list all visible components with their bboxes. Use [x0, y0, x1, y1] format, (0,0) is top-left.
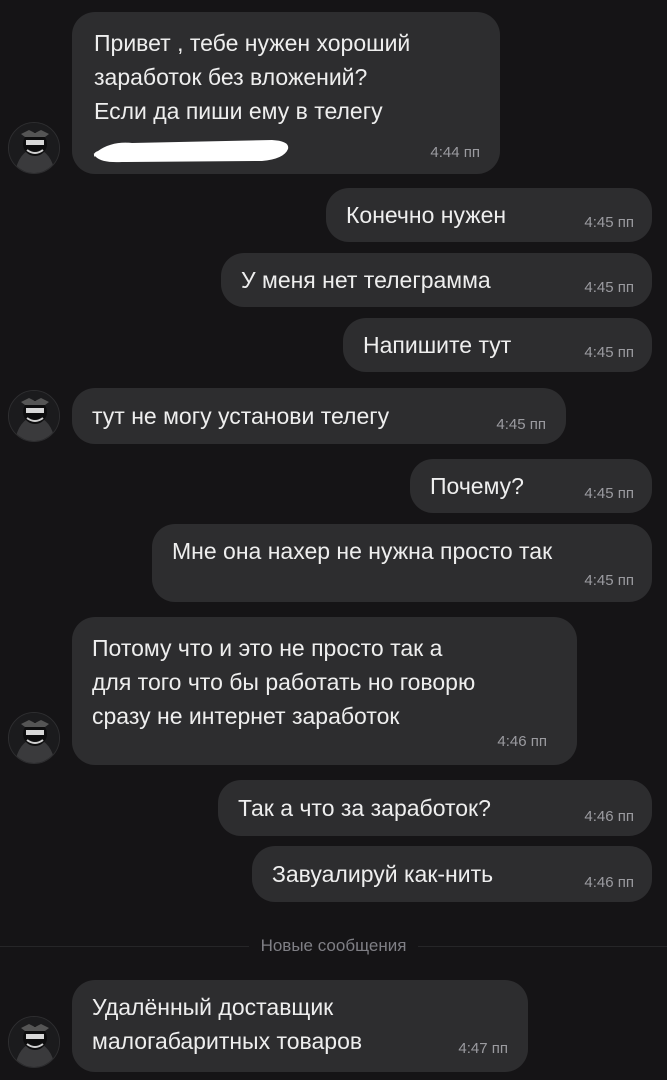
- message-time: 4:46 пп: [584, 874, 634, 891]
- incoming-message[interactable]: тут не могу установи телегу 4:45 пп: [72, 388, 566, 444]
- sender-avatar[interactable]: [8, 1016, 60, 1068]
- masked-figure-icon: [9, 391, 59, 441]
- masked-figure-icon: [9, 123, 59, 173]
- message-time: 4:45 пп: [584, 214, 634, 231]
- message-text: Удалённый доставщик малогабаритных товар…: [92, 994, 363, 1054]
- outgoing-message[interactable]: Напишите тут 4:45 пп: [343, 318, 652, 372]
- sender-avatar[interactable]: [8, 122, 60, 174]
- outgoing-message[interactable]: Завуалируй как-нить 4:46 пп: [252, 846, 652, 902]
- message-text: Мне она нахер не нужна просто так: [172, 538, 553, 564]
- outgoing-message[interactable]: Почему? 4:45 пп: [410, 459, 652, 513]
- message-time: 4:46 пп: [497, 733, 547, 750]
- message-text: тут не могу установи телегу: [92, 403, 390, 429]
- redacted-contact: [93, 140, 289, 163]
- message-text: Напишите тут: [363, 332, 512, 358]
- incoming-message[interactable]: Привет , тебе нужен хороший заработок бе…: [72, 12, 500, 174]
- message-text: Потому что и это не просто так а для тог…: [92, 635, 476, 729]
- message-time: 4:44 пп: [430, 144, 480, 161]
- new-messages-label: Новые сообщения: [248, 936, 419, 955]
- incoming-message[interactable]: Потому что и это не просто так а для тог…: [72, 617, 577, 765]
- outgoing-message[interactable]: Так а что за заработок? 4:46 пп: [218, 780, 652, 836]
- masked-figure-icon: [9, 713, 59, 763]
- sender-avatar[interactable]: [8, 390, 60, 442]
- sender-avatar[interactable]: [8, 712, 60, 764]
- chat-history[interactable]: Привет , тебе нужен хороший заработок бе…: [0, 0, 667, 1080]
- message-text: Конечно нужен: [346, 202, 507, 228]
- message-text: Завуалируй как-нить: [272, 861, 494, 887]
- incoming-message[interactable]: Удалённый доставщик малогабаритных товар…: [72, 980, 528, 1072]
- message-text: Почему?: [430, 473, 524, 499]
- outgoing-message[interactable]: Конечно нужен 4:45 пп: [326, 188, 652, 242]
- message-time: 4:45 пп: [584, 572, 634, 589]
- message-text: Так а что за заработок?: [238, 795, 491, 821]
- message-text: У меня нет телеграмма: [241, 267, 491, 293]
- message-time: 4:45 пп: [584, 344, 634, 361]
- message-time: 4:45 пп: [584, 279, 634, 296]
- message-time: 4:46 пп: [584, 808, 634, 825]
- message-time: 4:45 пп: [496, 416, 546, 433]
- new-messages-divider: Новые сообщения: [0, 935, 667, 957]
- masked-figure-icon: [9, 1017, 59, 1067]
- message-text: Привет , тебе нужен хороший заработок бе…: [94, 30, 411, 124]
- message-time: 4:45 пп: [584, 485, 634, 502]
- outgoing-message[interactable]: У меня нет телеграмма 4:45 пп: [221, 253, 652, 307]
- message-time: 4:47 пп: [458, 1040, 508, 1057]
- outgoing-message[interactable]: Мне она нахер не нужна просто так 4:45 п…: [152, 524, 652, 602]
